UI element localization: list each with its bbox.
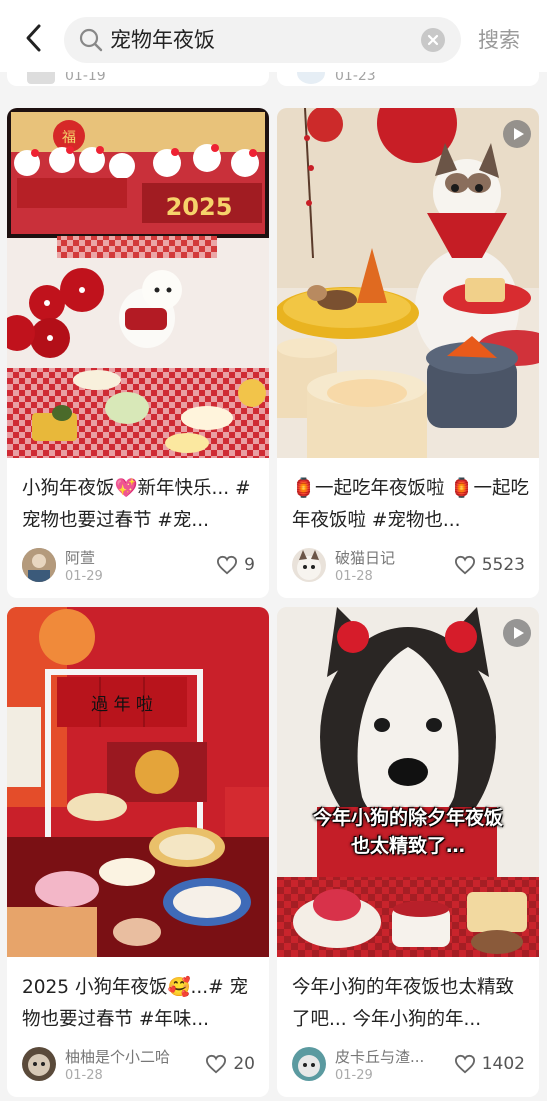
avatar[interactable] xyxy=(292,548,326,582)
like-button[interactable]: 1402 xyxy=(454,1052,525,1076)
like-button[interactable]: 20 xyxy=(205,1052,255,1076)
search-button[interactable]: 搜索 xyxy=(478,26,520,54)
avatar[interactable] xyxy=(22,548,56,582)
avatar[interactable] xyxy=(22,1047,56,1081)
like-count: 1402 xyxy=(481,1054,525,1074)
post-image: 今年小狗的除夕年夜饭 也太精致了… xyxy=(277,607,539,957)
like-button[interactable]: 9 xyxy=(216,553,255,577)
post-image: 福 2025 xyxy=(7,108,269,458)
play-icon xyxy=(503,120,531,148)
play-icon xyxy=(503,619,531,647)
clear-icon[interactable] xyxy=(421,28,445,52)
search-icon xyxy=(79,28,103,52)
search-header: 宠物年夜饭 搜索 xyxy=(0,0,547,72)
heart-icon xyxy=(454,555,475,575)
back-arrow-icon xyxy=(26,24,41,52)
search-input[interactable]: 宠物年夜饭 xyxy=(64,17,461,63)
image-caption: 今年小狗的除夕年夜饭 xyxy=(312,807,503,829)
search-query-text: 宠物年夜饭 xyxy=(110,28,215,52)
svg-text:福: 福 xyxy=(62,130,76,146)
post-card[interactable]: 🏮一起吃年夜饭啦 🏮一起吃年夜饭啦 #宠物也... 破猫日记 01-28 552… xyxy=(277,108,539,598)
author-name[interactable]: 柚柚是个小二哈 xyxy=(65,1046,170,1067)
heart-icon xyxy=(217,555,238,575)
post-date: 01-28 xyxy=(335,569,373,584)
post-image xyxy=(277,108,539,458)
author-name[interactable]: 皮卡丘与渣... xyxy=(335,1046,424,1067)
post-card[interactable]: 今年小狗的除夕年夜饭 也太精致了… 今年小狗的年夜饭也太精致了吧... 今年小狗… xyxy=(277,607,539,1097)
post-card[interactable]: 福 2025 小狗年夜饭💖新年快乐... #宠物也要过春节 #宠... 阿萱 0… xyxy=(7,108,269,598)
post-title: 今年小狗的年夜饭也太精致了吧... 今年小狗的年... xyxy=(292,977,515,1030)
post-card[interactable]: 過 年 啦 2025 小狗年夜饭🥰...# 宠物也要过春节 #年味... 柚柚是… xyxy=(7,607,269,1097)
post-date: 01-28 xyxy=(65,1068,103,1083)
heart-icon xyxy=(206,1054,227,1074)
post-title: 🏮一起吃年夜饭啦 🏮一起吃年夜饭啦 #宠物也... xyxy=(292,478,529,531)
like-button[interactable]: 5523 xyxy=(454,553,525,577)
back-button[interactable] xyxy=(18,22,50,54)
post-image: 過 年 啦 xyxy=(7,607,269,957)
like-count: 20 xyxy=(233,1054,255,1074)
avatar[interactable] xyxy=(292,1047,326,1081)
post-date: 01-29 xyxy=(65,569,103,584)
image-caption: 也太精致了… xyxy=(350,835,465,857)
like-count: 5523 xyxy=(481,555,525,575)
post-title: 小狗年夜饭💖新年快乐... #宠物也要过春节 #宠... xyxy=(22,478,251,531)
image-text: 2025 xyxy=(166,193,233,221)
author-name[interactable]: 阿萱 xyxy=(65,547,95,568)
heart-icon xyxy=(454,1054,475,1074)
post-title: 2025 小狗年夜饭🥰...# 宠物也要过春节 #年味... xyxy=(22,977,249,1030)
author-name[interactable]: 破猫日记 xyxy=(335,547,395,568)
image-text: 過 年 啦 xyxy=(91,695,153,715)
like-count: 9 xyxy=(244,555,255,575)
post-date: 01-29 xyxy=(335,1068,373,1083)
